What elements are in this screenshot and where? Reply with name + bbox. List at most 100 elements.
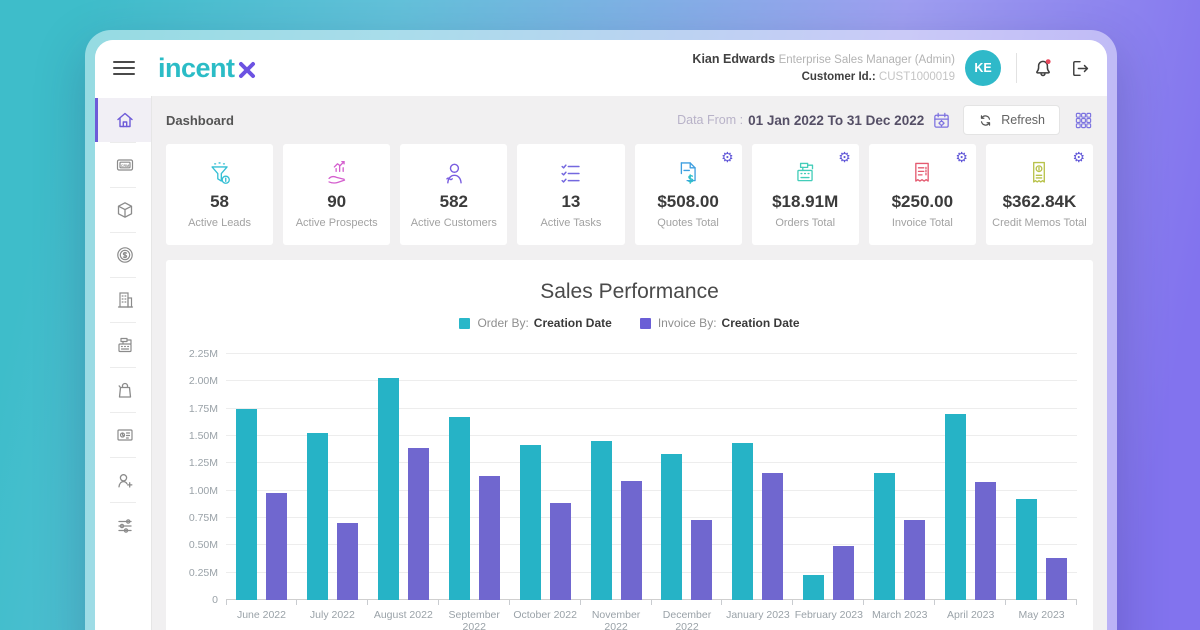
legend-item[interactable]: Order By:Creation Date [459, 316, 611, 330]
avatar[interactable]: KE [965, 50, 1001, 86]
sidebar-item-add-user[interactable] [95, 458, 151, 502]
bar[interactable] [1046, 558, 1067, 600]
sidebar-item-purchases[interactable] [95, 368, 151, 412]
bar[interactable] [591, 441, 612, 600]
card-label: Active Tasks [540, 216, 601, 231]
card-value: 90 [327, 192, 346, 212]
add-user-icon [115, 470, 135, 490]
logout-icon[interactable] [1070, 58, 1091, 79]
hamburger-menu-button[interactable] [95, 57, 152, 79]
bar[interactable] [1016, 499, 1037, 600]
bar[interactable] [874, 473, 895, 600]
prospects-hand-chart-icon [322, 158, 352, 190]
bar[interactable] [550, 503, 571, 600]
bar[interactable] [691, 520, 712, 600]
sidebar-item-pricing[interactable] [95, 233, 151, 277]
bar[interactable] [833, 546, 854, 600]
y-tick-label: 1.75M [180, 403, 218, 415]
bar[interactable] [945, 414, 966, 600]
bar[interactable] [449, 417, 470, 600]
card-orders-total: ⚙ $18.91M Orders Total [752, 144, 859, 245]
bar-group [1006, 354, 1077, 600]
bar[interactable] [266, 493, 287, 600]
date-range-value[interactable]: 01 Jan 2022 To 31 Dec 2022 [748, 113, 924, 128]
x-axis-label: March 2023 [864, 609, 935, 630]
legend-item[interactable]: Invoice By:Creation Date [640, 316, 800, 330]
cash-register-icon [115, 335, 135, 355]
top-header: incent Kian Edwards Enterprise Sales Man… [95, 40, 1107, 96]
bar[interactable] [904, 520, 925, 600]
card-label: Quotes Total [657, 216, 719, 231]
x-axis-label: May 2023 [1006, 609, 1077, 630]
customers-person-icon [439, 158, 469, 190]
sidebar-item-products[interactable] [95, 188, 151, 232]
sidebar-item-crm[interactable]: CRM [95, 143, 151, 187]
card-settings-gear-icon[interactable]: ⚙ [1072, 150, 1085, 164]
y-tick-label: 1.50M [180, 430, 218, 442]
kpi-cards-row: 58 Active Leads 90 Active Prospects [166, 144, 1093, 245]
svg-text:CRM: CRM [120, 164, 128, 168]
bar-group [581, 354, 652, 600]
y-tick-label: 2.00M [180, 375, 218, 387]
legend-value: Creation Date [722, 316, 800, 330]
card-settings-gear-icon[interactable]: ⚙ [838, 150, 851, 164]
customer-id-value: CUST1000019 [879, 71, 955, 83]
tasks-checklist-icon [556, 158, 586, 190]
bar[interactable] [661, 454, 682, 601]
bar[interactable] [762, 473, 783, 600]
shopping-bag-icon [115, 380, 135, 400]
customer-id-label: Customer Id.: [802, 71, 876, 83]
card-value: $250.00 [892, 192, 953, 212]
x-axis-label: December 2022 [652, 609, 723, 630]
card-active-leads: 58 Active Leads [166, 144, 273, 245]
bar-group [297, 354, 368, 600]
plot-wrap: 00.25M0.50M0.75M1.00M1.25M1.50M1.75M2.00… [226, 354, 1077, 630]
card-value: $508.00 [657, 192, 718, 212]
card-active-customers: 582 Active Customers [400, 144, 507, 245]
bar[interactable] [337, 523, 358, 600]
card-value: 58 [210, 192, 229, 212]
bar[interactable] [236, 409, 257, 600]
chart-title: Sales Performance [180, 280, 1079, 304]
refresh-icon [978, 113, 993, 128]
y-tick-label: 1.00M [180, 485, 218, 497]
calendar-icon[interactable] [932, 111, 951, 130]
bar[interactable] [408, 448, 429, 600]
sidebar-item-home[interactable] [95, 98, 151, 142]
invoice-receipt-icon [907, 158, 937, 190]
card-settings-gear-icon[interactable]: ⚙ [955, 150, 968, 164]
plot-area: 00.25M0.50M0.75M1.00M1.25M1.50M1.75M2.00… [226, 354, 1077, 600]
bar[interactable] [479, 476, 500, 600]
sidebar-item-preferences[interactable] [95, 503, 151, 547]
bar[interactable] [732, 443, 753, 600]
sidebar-item-sales[interactable] [95, 323, 151, 367]
bar-group [510, 354, 581, 600]
sidebar-item-reports[interactable] [95, 413, 151, 457]
bar[interactable] [378, 378, 399, 600]
home-icon [115, 110, 135, 130]
card-label: Active Leads [188, 216, 251, 231]
x-axis-label: April 2023 [935, 609, 1006, 630]
card-credit-memos-total: ⚙ $362.84K Credit Memos Total [986, 144, 1093, 245]
bar-group [793, 354, 864, 600]
bar[interactable] [803, 575, 824, 600]
refresh-button[interactable]: Refresh [963, 105, 1060, 135]
dollar-coin-icon [115, 245, 135, 265]
card-label: Active Customers [411, 216, 497, 231]
sidebar-nav: CRM [95, 96, 152, 630]
y-tick-label: 0.75M [180, 512, 218, 524]
bar[interactable] [520, 445, 541, 600]
bar[interactable] [975, 482, 996, 600]
card-settings-gear-icon[interactable]: ⚙ [721, 150, 734, 164]
x-axis-label: August 2022 [368, 609, 439, 630]
x-axis-label: July 2022 [297, 609, 368, 630]
bar[interactable] [621, 481, 642, 600]
sidebar-item-company[interactable] [95, 278, 151, 322]
legend-label: Order By: [477, 316, 528, 330]
bar[interactable] [307, 433, 328, 600]
bar-group [368, 354, 439, 600]
apps-grid-icon[interactable] [1074, 111, 1093, 130]
notifications-bell-icon[interactable] [1032, 57, 1054, 79]
y-tick-label: 1.25M [180, 457, 218, 469]
x-axis-label: November 2022 [581, 609, 652, 630]
